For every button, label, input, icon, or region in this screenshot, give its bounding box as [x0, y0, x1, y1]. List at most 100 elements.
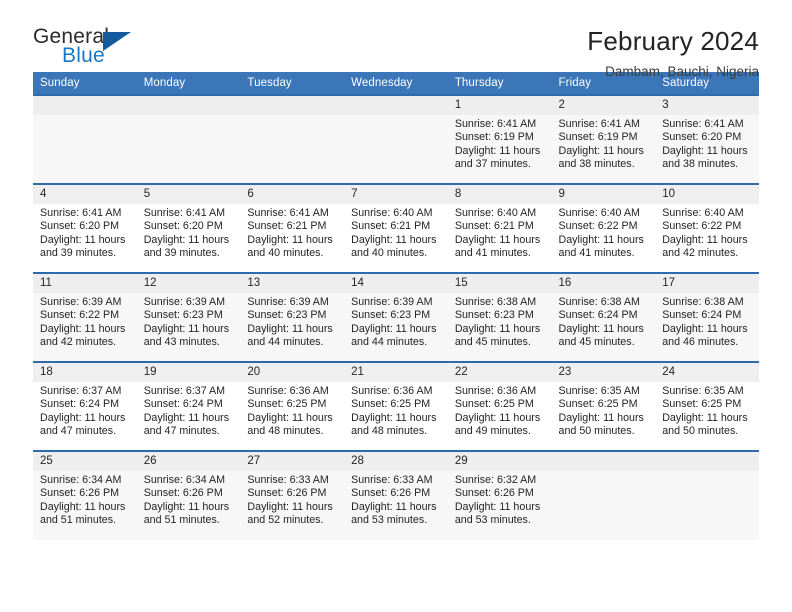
daylight-line-2: and 39 minutes. — [40, 247, 117, 260]
sunset-line: Sunset: 6:21 PM — [247, 220, 327, 233]
daylight-line-2: and 41 minutes. — [558, 247, 635, 260]
daylight-line-2: and 38 minutes. — [558, 158, 635, 171]
sunset-line: Sunset: 6:23 PM — [454, 309, 534, 322]
day-detail-lines: Sunrise: 6:40 AM Sunset: 6:22 PM Daylight:… — [655, 204, 759, 261]
calendar-day-cell[interactable]: 7 Sunrise: 6:40 AM Sunset: 6:21 PM Daylight… — [344, 183, 448, 273]
calendar-day-cell[interactable]: 25 Sunrise: 6:34 AM Sunset: 6:26 PM Dayligh… — [33, 450, 137, 540]
calendar-day-cell[interactable]: 11 Sunrise: 6:39 AM Sunset: 6:22 PM Dayligh… — [33, 272, 137, 362]
day-detail-lines: Sunrise: 6:38 AM Sunset: 6:24 PM Daylight:… — [552, 293, 656, 350]
daylight-line-2: and 50 minutes. — [558, 425, 635, 438]
sunrise-line: Sunrise: 6:41 AM — [247, 207, 329, 219]
daylight-line-2: and 42 minutes. — [662, 247, 739, 260]
calendar-day-cell[interactable]: 13 Sunrise: 6:39 AM Sunset: 6:23 PM Dayligh… — [240, 272, 345, 362]
sunrise-line: Sunrise: 6:35 AM — [662, 385, 744, 397]
calendar-day-cell[interactable]: 28 Sunrise: 6:33 AM Sunset: 6:26 PM Dayligh… — [344, 450, 448, 540]
day-number: 11 — [33, 274, 137, 293]
triangle-icon — [103, 32, 131, 51]
calendar-day-cell[interactable]: 3 Sunrise: 6:41 AM Sunset: 6:20 PM Daylight… — [655, 94, 759, 184]
calendar-day-cell[interactable]: 9 Sunrise: 6:40 AM Sunset: 6:22 PM Daylight… — [551, 183, 656, 273]
day-number: 25 — [33, 452, 137, 471]
daylight-line-1: Daylight: 11 hours — [247, 233, 333, 246]
sunrise-line: Sunrise: 6:41 AM — [558, 118, 640, 130]
calendar-day-cell[interactable]: 4 Sunrise: 6:41 AM Sunset: 6:20 PM Daylight… — [33, 183, 137, 273]
calendar-day-cell[interactable]: 20 Sunrise: 6:36 AM Sunset: 6:25 PM Dayligh… — [240, 361, 345, 451]
sunset-line: Sunset: 6:20 PM — [662, 131, 742, 144]
calendar-day-cell[interactable]: 6 Sunrise: 6:41 AM Sunset: 6:21 PM Daylight… — [240, 183, 345, 273]
sunset-line: Sunset: 6:24 PM — [40, 398, 120, 411]
calendar-day-cell[interactable]: 5 Sunrise: 6:41 AM Sunset: 6:20 PM Daylight… — [136, 183, 241, 273]
day-number: 1 — [447, 96, 552, 115]
sunset-line: Sunset: 6:26 PM — [143, 487, 223, 500]
daylight-line-2: and 40 minutes. — [351, 247, 428, 260]
daylight-line-1: Daylight: 11 hours — [454, 233, 541, 246]
sunset-line: Sunset: 6:26 PM — [454, 487, 534, 500]
daylight-line-2: and 40 minutes. — [247, 247, 324, 260]
day-number: 29 — [447, 452, 552, 471]
daylight-line-1: Daylight: 11 hours — [558, 144, 644, 157]
daylight-line-1: Daylight: 11 hours — [351, 411, 437, 424]
day-number: 14 — [344, 274, 448, 293]
sunset-line: Sunset: 6:25 PM — [247, 398, 327, 411]
calendar-day-cell[interactable]: 22 Sunrise: 6:36 AM Sunset: 6:25 PM Dayligh… — [447, 361, 552, 451]
calendar-day-cell[interactable]: 26 Sunrise: 6:34 AM Sunset: 6:26 PM Dayligh… — [136, 450, 241, 540]
sunset-line: Sunset: 6:19 PM — [454, 131, 534, 144]
weekday-header-tuesday: Tuesday — [240, 72, 345, 95]
day-number: 4 — [33, 185, 137, 204]
day-number: 24 — [655, 363, 759, 382]
daylight-line-1: Daylight: 11 hours — [247, 500, 333, 513]
calendar-day-cell[interactable]: 1 Sunrise: 6:41 AM Sunset: 6:19 PM Daylight… — [447, 94, 552, 184]
sunrise-line: Sunrise: 6:32 AM — [454, 474, 537, 486]
daylight-line-2: and 42 minutes. — [40, 336, 117, 349]
day-detail-lines: Sunrise: 6:35 AM Sunset: 6:25 PM Daylight:… — [552, 382, 656, 439]
calendar-day-cell[interactable]: 19 Sunrise: 6:37 AM Sunset: 6:24 PM Dayligh… — [136, 361, 241, 451]
calendar-day-cell[interactable]: 16 Sunrise: 6:38 AM Sunset: 6:24 PM Dayligh… — [551, 272, 656, 362]
sunrise-line: Sunrise: 6:33 AM — [247, 474, 329, 486]
daylight-line-1: Daylight: 11 hours — [351, 322, 437, 335]
daylight-line-1: Daylight: 11 hours — [662, 411, 748, 424]
day-detail-lines: Sunrise: 6:38 AM Sunset: 6:23 PM Daylight:… — [448, 293, 552, 350]
sunrise-line: Sunrise: 6:39 AM — [247, 296, 329, 308]
daylight-line-1: Daylight: 11 hours — [558, 411, 644, 424]
daylight-line-2: and 47 minutes. — [143, 425, 220, 438]
calendar-day-cell[interactable]: 15 Sunrise: 6:38 AM Sunset: 6:23 PM Dayligh… — [447, 272, 552, 362]
sunrise-line: Sunrise: 6:36 AM — [454, 385, 537, 397]
calendar-day-cell[interactable]: 24 Sunrise: 6:35 AM Sunset: 6:25 PM Dayligh… — [655, 361, 759, 451]
daylight-line-1: Daylight: 11 hours — [558, 322, 644, 335]
daylight-line-2: and 46 minutes. — [662, 336, 739, 349]
general-blue-logo[interactable]: General Blue — [33, 26, 143, 72]
sunset-line: Sunset: 6:24 PM — [662, 309, 742, 322]
sunrise-line: Sunrise: 6:39 AM — [40, 296, 122, 308]
calendar-day-cell[interactable]: 12 Sunrise: 6:39 AM Sunset: 6:23 PM Dayligh… — [136, 272, 241, 362]
day-detail-lines: Sunrise: 6:41 AM Sunset: 6:20 PM Daylight:… — [655, 115, 759, 172]
sunrise-line: Sunrise: 6:38 AM — [558, 296, 640, 308]
calendar-day-cell[interactable]: 21 Sunrise: 6:36 AM Sunset: 6:25 PM Dayligh… — [344, 361, 448, 451]
day-detail-lines: Sunrise: 6:36 AM Sunset: 6:25 PM Daylight:… — [240, 382, 344, 439]
day-number: 21 — [344, 363, 448, 382]
daylight-line-2: and 51 minutes. — [143, 514, 220, 527]
day-number: 28 — [344, 452, 448, 471]
calendar-day-cell[interactable]: 23 Sunrise: 6:35 AM Sunset: 6:25 PM Dayligh… — [551, 361, 656, 451]
calendar-day-cell[interactable]: 14 Sunrise: 6:39 AM Sunset: 6:23 PM Dayligh… — [344, 272, 448, 362]
daylight-line-2: and 43 minutes. — [143, 336, 220, 349]
calendar-day-cell[interactable]: 27 Sunrise: 6:33 AM Sunset: 6:26 PM Dayligh… — [240, 450, 345, 540]
sunset-line: Sunset: 6:22 PM — [558, 220, 638, 233]
sunrise-line: Sunrise: 6:37 AM — [40, 385, 122, 397]
calendar-day-cell[interactable]: 18 Sunrise: 6:37 AM Sunset: 6:24 PM Dayligh… — [33, 361, 137, 451]
calendar-day-cell[interactable]: 8 Sunrise: 6:40 AM Sunset: 6:21 PM Daylight… — [447, 183, 552, 273]
calendar-week-row: 4 Sunrise: 6:41 AM Sunset: 6:20 PM Daylight… — [33, 183, 759, 273]
calendar-day-cell[interactable]: 29 Sunrise: 6:32 AM Sunset: 6:26 PM Dayligh… — [447, 450, 552, 540]
day-number — [33, 96, 137, 115]
calendar-day-cell[interactable]: 2 Sunrise: 6:41 AM Sunset: 6:19 PM Daylight… — [551, 94, 656, 184]
day-number — [240, 96, 345, 115]
day-detail-lines: Sunrise: 6:40 AM Sunset: 6:22 PM Daylight:… — [552, 204, 656, 261]
daylight-line-2: and 37 minutes. — [454, 158, 531, 171]
weekday-header-sunday: Sunday — [33, 72, 137, 95]
calendar-day-cell[interactable]: 17 Sunrise: 6:38 AM Sunset: 6:24 PM Dayligh… — [655, 272, 759, 362]
sunrise-line: Sunrise: 6:41 AM — [454, 118, 537, 130]
day-number: 19 — [136, 363, 241, 382]
calendar-day-cell[interactable]: 10 Sunrise: 6:40 AM Sunset: 6:22 PM Dayligh… — [655, 183, 759, 273]
daylight-line-1: Daylight: 11 hours — [40, 411, 126, 424]
sunset-line: Sunset: 6:20 PM — [143, 220, 223, 233]
day-detail-lines: Sunrise: 6:37 AM Sunset: 6:24 PM Daylight:… — [33, 382, 137, 439]
day-number: 15 — [447, 274, 552, 293]
